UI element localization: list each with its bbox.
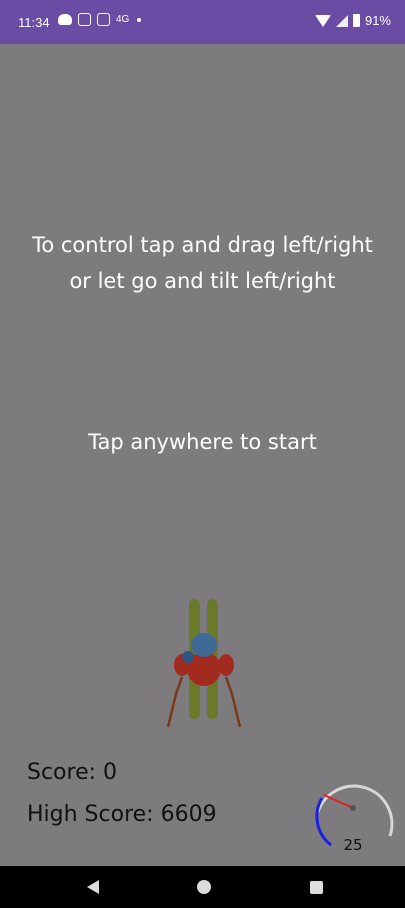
battery-icon bbox=[352, 14, 360, 27]
system-icons: 91% bbox=[314, 13, 391, 28]
recents-icon[interactable] bbox=[310, 881, 323, 894]
wifi-icon bbox=[314, 14, 331, 27]
gauge-active-arc bbox=[315, 797, 332, 847]
skier-sprite bbox=[166, 599, 242, 728]
dot-icon bbox=[137, 17, 142, 22]
right-pole bbox=[224, 676, 242, 728]
helmet bbox=[191, 633, 217, 657]
gauge-needle bbox=[323, 794, 354, 809]
game-canvas[interactable]: To control tap and drag left/right or le… bbox=[0, 44, 405, 866]
home-icon[interactable] bbox=[197, 880, 211, 894]
speed-value: 25 bbox=[343, 836, 363, 854]
gauge-arc bbox=[316, 784, 394, 837]
status-time: 11:34 bbox=[18, 15, 50, 30]
signal-icon bbox=[335, 14, 348, 27]
score-label: Score: 0 bbox=[27, 760, 118, 785]
instructions-line-2: or let go and tilt left/right bbox=[69, 269, 336, 293]
high-score-label: High Score: 6609 bbox=[27, 802, 217, 827]
battery-percent: 91% bbox=[364, 13, 391, 28]
notification-icons: 4G bbox=[58, 13, 142, 26]
left-pole bbox=[166, 676, 184, 728]
glove bbox=[182, 651, 194, 663]
status-bar: 11:34 4G 91% bbox=[0, 0, 405, 44]
instagram-icon bbox=[97, 13, 110, 26]
instructions-line-1: To control tap and drag left/right bbox=[32, 233, 373, 257]
instructions-text: To control tap and drag left/right or le… bbox=[0, 227, 405, 299]
chat-icon bbox=[58, 14, 72, 25]
start-prompt: Tap anywhere to start bbox=[88, 430, 317, 454]
instagram-icon bbox=[78, 13, 91, 26]
gauge-hub bbox=[350, 805, 356, 811]
network-label: 4G bbox=[116, 14, 130, 25]
back-icon[interactable] bbox=[87, 880, 99, 894]
navigation-bar bbox=[0, 866, 405, 908]
